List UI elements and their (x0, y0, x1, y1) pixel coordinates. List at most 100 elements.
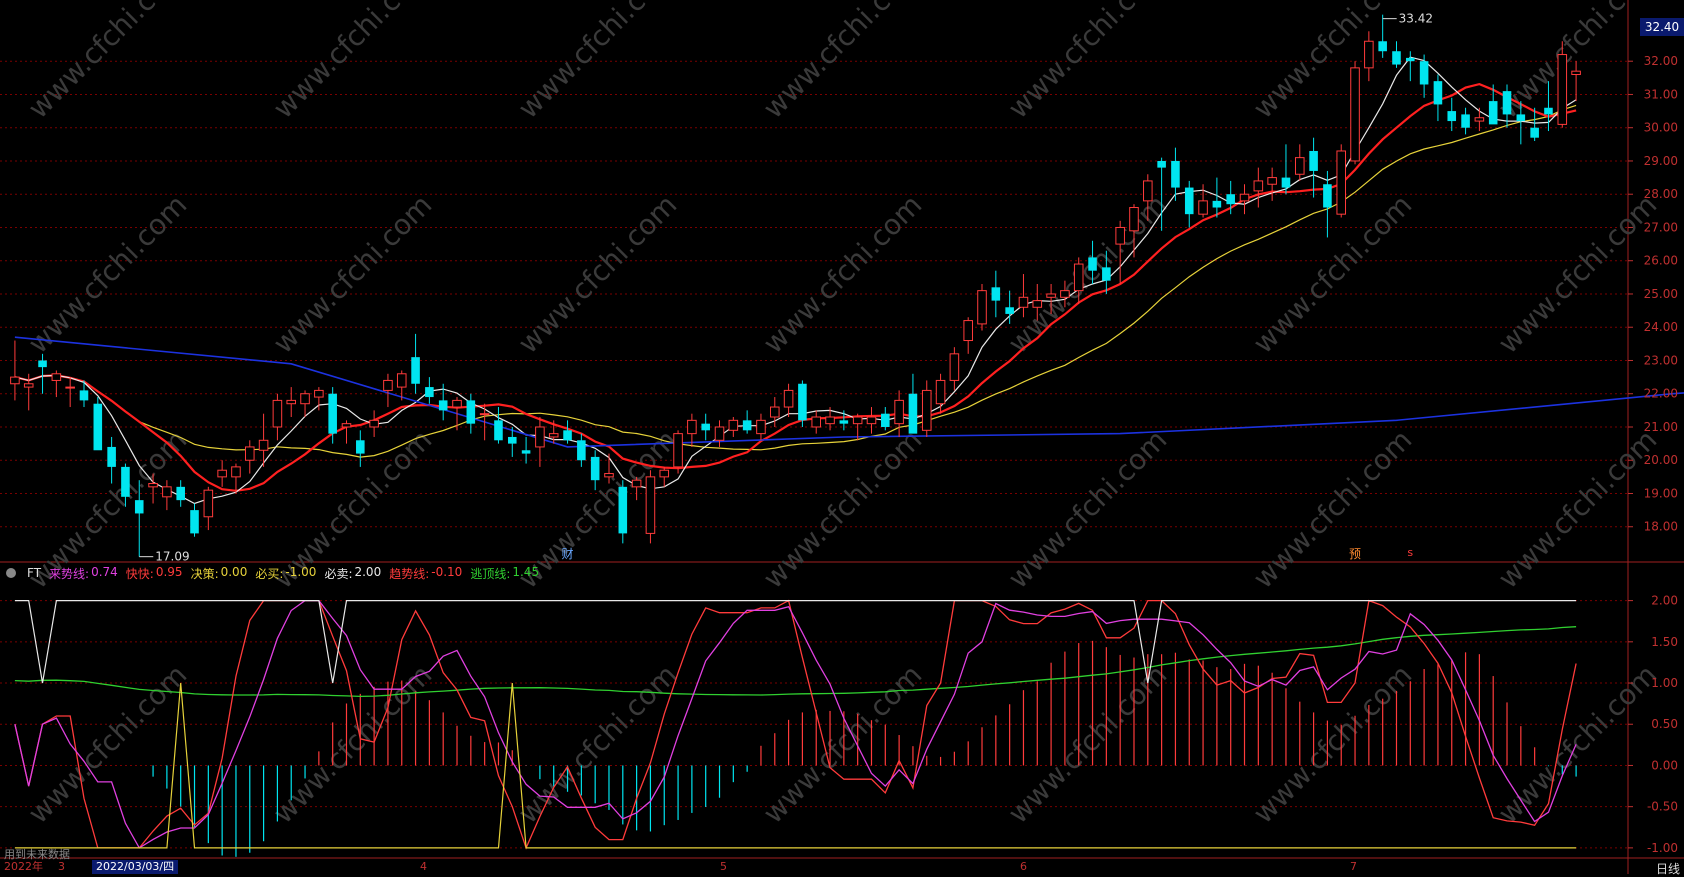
candle-body (1143, 180, 1153, 202)
candle-body (908, 393, 918, 434)
candle-body (1005, 307, 1014, 314)
settings-icon[interactable] (6, 568, 16, 578)
candle-body (1226, 194, 1235, 205)
candle-body (1115, 226, 1125, 245)
candle-body (783, 389, 794, 408)
candle-body (1571, 70, 1581, 76)
candle-body (977, 290, 987, 325)
candle-body (811, 416, 822, 428)
candle-body (881, 413, 890, 427)
candle-body (65, 386, 75, 389)
candle-body (701, 423, 710, 431)
candle-body (1212, 200, 1222, 208)
candle-body (314, 389, 324, 398)
item-value: 0.00 (220, 564, 248, 579)
candle-body (425, 387, 434, 398)
candle-body (328, 393, 337, 434)
candle-body (411, 357, 420, 384)
candle-body (176, 486, 185, 501)
candle-body (742, 420, 752, 431)
date-axis: 2022年 3 2022/03/03/四 4 5 6 7 (0, 860, 1684, 874)
candle-body (852, 416, 863, 425)
item-value: -0.10 (431, 564, 463, 579)
candle-body (756, 419, 766, 435)
candle-body (1461, 114, 1470, 128)
candle-body (1378, 41, 1387, 52)
candle-body (866, 416, 877, 425)
candle-body (1406, 57, 1415, 62)
candle-body (521, 450, 531, 454)
item-value: -1.00 (285, 564, 317, 579)
watermark-text: www.cfchi.com (1492, 0, 1664, 125)
event-marker-finance: 财 (562, 547, 574, 561)
price-tick-label: 23.00 (1644, 353, 1678, 367)
candle-body (1419, 61, 1429, 85)
item-value: 0.95 (155, 564, 183, 579)
indicator-item: 决策: 0.00 (191, 565, 248, 582)
candle-body (825, 416, 835, 425)
candle-body (535, 426, 545, 448)
candle-body (1544, 107, 1553, 115)
indicator-tick-label: -1.00 (1647, 841, 1678, 855)
candle-body (991, 287, 1001, 301)
item-label: 逃顶线: (470, 566, 511, 581)
candle-body (148, 483, 158, 488)
month-label: 4 (420, 860, 427, 873)
period-label[interactable]: 日线 (1656, 860, 1680, 877)
candle-body (645, 476, 656, 534)
candle-body (356, 440, 365, 454)
candle-body (1184, 187, 1194, 215)
candle-body (93, 403, 103, 451)
candle-body (1032, 300, 1043, 308)
indicator-name[interactable]: FT (27, 566, 41, 580)
item-value: 1.45 (512, 564, 540, 579)
indicator-tick-label: 0.00 (1651, 758, 1678, 772)
candle-body (162, 486, 172, 498)
candle-body (107, 446, 116, 467)
item-label: 必买: (255, 566, 284, 581)
event-marker-forecast: 预 (1349, 547, 1361, 561)
price-tick-label: 32.00 (1644, 54, 1678, 68)
candle-body (134, 500, 144, 514)
price-tick-label: 30.00 (1644, 121, 1678, 135)
candle-body (396, 373, 407, 388)
candle-body (79, 390, 89, 401)
cursor-date-label: 2022/03/03/四 (92, 860, 179, 874)
candle-body (1253, 180, 1264, 192)
escape-top-line (14, 626, 1577, 698)
watermark-text: www.cfchi.com (1492, 423, 1664, 595)
candle-body (1088, 257, 1097, 271)
candle-body (1281, 177, 1291, 188)
candle-body (714, 426, 725, 441)
watermark-text: www.cfchi.com (1247, 423, 1419, 595)
candle-body (1267, 177, 1277, 185)
price-tick-label: 21.00 (1644, 420, 1678, 434)
item-value: 0.74 (91, 564, 118, 579)
month-label: 6 (1020, 860, 1027, 873)
stock-chart[interactable]: www.cfchi.com www.cfchi.com www.cfchi.com w… (0, 0, 1684, 874)
candle-body (438, 400, 448, 411)
candle-body (687, 419, 697, 435)
watermark-text: www.cfchi.com (1002, 423, 1174, 595)
indicator-tick-label: 1.50 (1651, 635, 1678, 649)
candle-body (1474, 117, 1485, 122)
month-label: 7 (1350, 860, 1357, 873)
low-price-label: 17.09 (155, 550, 189, 564)
candle-body (1336, 150, 1347, 215)
candle-body (1018, 296, 1029, 308)
watermark-text: www.cfchi.com (22, 0, 194, 125)
candle-body (673, 433, 683, 468)
candle-body (190, 510, 199, 534)
candle-body (1073, 263, 1084, 292)
candle-body (839, 420, 849, 424)
candle-body (1309, 150, 1318, 171)
watermark-text: www.cfchi.com (22, 658, 194, 830)
watermark-text: www.cfchi.com (757, 188, 929, 360)
candle-body (590, 456, 600, 481)
candle-body (1157, 160, 1166, 168)
candle-body (1323, 184, 1332, 208)
item-label: 来势线: (49, 566, 90, 581)
candle-body (563, 430, 572, 441)
indicator-tick-label: 2.00 (1651, 594, 1678, 608)
current-price-tag: 32.40 (1640, 18, 1684, 36)
